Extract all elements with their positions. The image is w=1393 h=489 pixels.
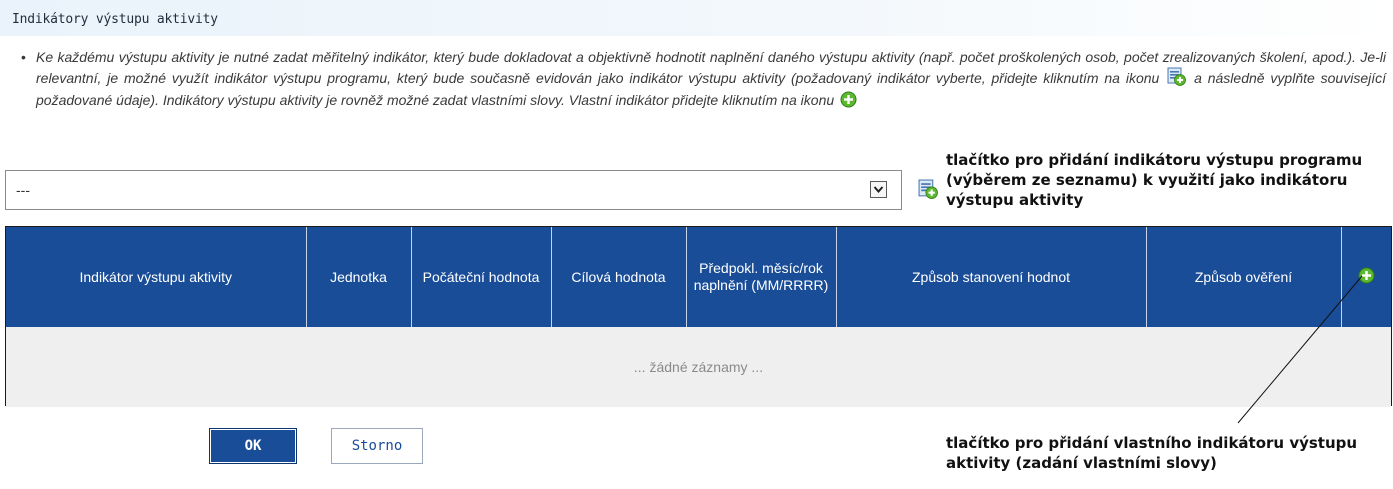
annotation-program-button: tlačítko pro přidání indikátoru výstupu … bbox=[946, 151, 1363, 209]
select-value: --- bbox=[16, 182, 30, 198]
add-own-indicator-button[interactable] bbox=[1358, 267, 1375, 288]
indicators-table: Indikátor výstupu aktivity Jednotka Počá… bbox=[5, 226, 1392, 407]
add-circle-icon bbox=[840, 91, 857, 113]
column-header: Indikátor výstupu aktivity bbox=[6, 227, 307, 327]
indicator-select[interactable]: --- bbox=[5, 170, 902, 210]
section-header: Indikátory výstupu aktivity bbox=[0, 0, 1393, 36]
column-header: Předpokl. měsíc/rok naplnění (MM/RRRR) bbox=[686, 227, 837, 327]
table-header-row: Indikátor výstupu aktivity Jednotka Počá… bbox=[6, 227, 1391, 327]
instruction-text: • Ke každému výstupu aktivity je nutné z… bbox=[21, 48, 1386, 113]
add-own-indicator-cell bbox=[1341, 227, 1391, 327]
bullet: • bbox=[21, 49, 26, 65]
add-circle-icon bbox=[1358, 267, 1375, 283]
column-header: Způsob ověření bbox=[1146, 227, 1342, 327]
column-header: Počáteční hodnota bbox=[411, 227, 552, 327]
column-header: Cílová hodnota bbox=[551, 227, 687, 327]
dropdown-arrow-icon[interactable] bbox=[870, 181, 887, 198]
storno-button[interactable]: Storno bbox=[331, 428, 423, 464]
add-from-list-icon bbox=[918, 179, 938, 199]
ok-button[interactable]: OK bbox=[209, 428, 297, 464]
add-from-list-icon bbox=[1167, 67, 1187, 91]
section-title: Indikátory výstupu aktivity bbox=[12, 12, 218, 27]
annotation-own-button: tlačítko pro přidání vlastního indikátor… bbox=[946, 434, 1358, 472]
empty-placeholder: ... žádné záznamy ... bbox=[6, 327, 1391, 407]
table-row: ... žádné záznamy ... bbox=[6, 327, 1391, 407]
add-program-indicator-button[interactable] bbox=[918, 179, 938, 204]
column-header: Způsob stanovení hodnot bbox=[836, 227, 1147, 327]
column-header: Jednotka bbox=[306, 227, 412, 327]
